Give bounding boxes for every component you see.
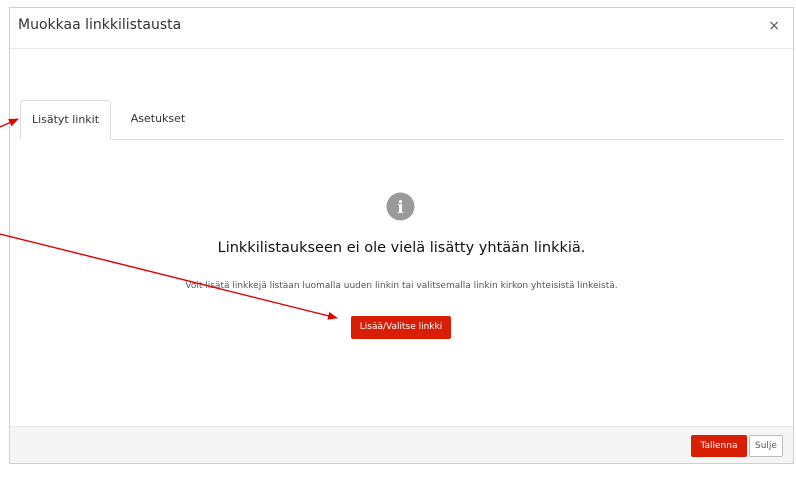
empty-state-heading: Linkkilistaukseen ei ole vielä lisätty y… <box>217 240 586 256</box>
info-glyph: i <box>397 198 404 218</box>
add-select-link-button[interactable]: Lisää/Valitse linkki <box>351 316 451 339</box>
dialog-footer: Tallenna Sulje <box>10 426 793 463</box>
close-button[interactable]: Sulje <box>749 435 783 457</box>
info-icon: i <box>386 192 415 221</box>
tab-bar: Lisätyt linkit Asetukset <box>20 100 784 140</box>
dialog-title: Muokkaa linkkilistausta <box>18 17 182 33</box>
dialog-header: Muokkaa linkkilistausta × <box>10 8 793 49</box>
tab-added-links[interactable]: Lisätyt linkit <box>20 100 111 140</box>
edit-link-list-dialog: Muokkaa linkkilistausta × Lisätyt linkit… <box>9 7 794 464</box>
save-button[interactable]: Tallenna <box>691 435 747 457</box>
empty-state-description: Voit lisätä linkkejä listaan luomalla uu… <box>185 281 618 291</box>
close-icon[interactable]: × <box>768 18 780 34</box>
tab-settings[interactable]: Asetukset <box>123 100 193 139</box>
